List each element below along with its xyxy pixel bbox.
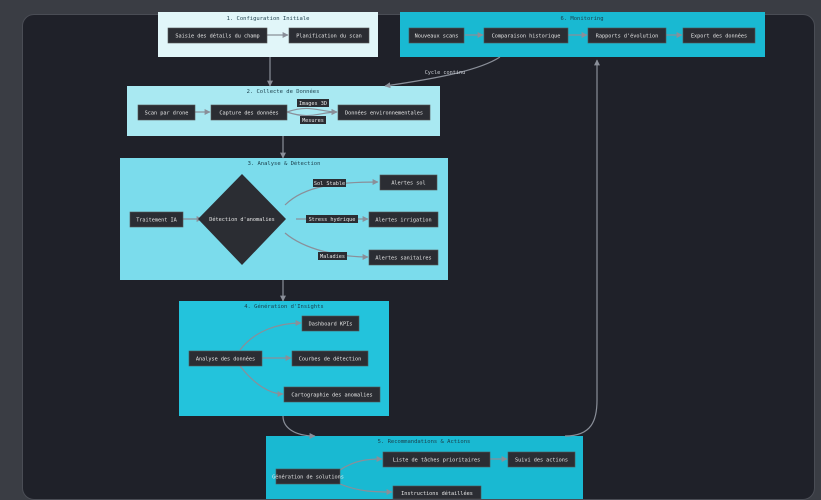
edge-label-stress: Stress hydrique (309, 217, 356, 223)
node-saisie-label: Saisie des détails du champ (175, 33, 259, 40)
node-alertes-sanitaires-label: Alertes sanitaires (375, 256, 431, 262)
node-nouveaux-scans-label: Nouveaux scans (415, 34, 459, 40)
edge-label-maladies: Maladies (320, 254, 345, 260)
node-export-label: Export des données (691, 33, 747, 40)
edge-label-sol: Sol Stable (314, 181, 345, 187)
cluster-analyse-title: 3. Analyse & Détection (248, 160, 321, 167)
cluster-insights-title: 4. Génération d'Insights (244, 303, 323, 310)
flowchart: 1. Configuration Initiale 6. Monitoring … (120, 12, 765, 499)
node-comparaison-label: Comparaison historique (492, 34, 561, 40)
node-instructions-label: Instructions détaillées (401, 490, 473, 497)
node-capture-label: Capture des données (219, 110, 278, 117)
node-cartographie-label: Cartographie des anomalies (291, 393, 372, 399)
node-scan-drone-label: Scan par drone (145, 111, 189, 117)
node-dashboard-label: Dashboard KPIs (309, 322, 353, 328)
node-detection-anomalies-label: Détection d'anomalies (209, 216, 275, 223)
edge-label-images: Images 3D (299, 101, 327, 107)
node-traitement-ia-label: Traitement IA (136, 218, 177, 224)
node-generation-solutions-label: Génération de solutions (272, 474, 344, 481)
edge-label-mesures: Mesures (302, 118, 324, 124)
cluster-collecte-title: 2. Collecte de Données (247, 88, 320, 95)
cluster-recommandations-title: 5. Recommandations & Actions (378, 439, 471, 445)
edge-label-cycle: Cycle continu (425, 70, 466, 76)
node-liste-taches-label: Liste de tâches prioritaires (393, 457, 480, 464)
node-analyse-donnees-label: Analyse des données (196, 356, 255, 363)
node-rapports-label: Rapports d'évolution (596, 33, 658, 40)
node-alertes-irrigation-label: Alertes irrigation (375, 218, 431, 224)
node-alertes-sol-label: Alertes sol (391, 181, 425, 187)
cluster-configuration-title: 1. Configuration Initiale (227, 16, 310, 22)
node-suivi-actions-label: Suivi des actions (515, 458, 568, 464)
node-planification-label: Planification du scan (296, 34, 362, 40)
node-donnees-env-label: Données environnementales (345, 110, 423, 117)
cluster-monitoring-title: 6. Monitoring (560, 16, 603, 22)
node-courbes-label: Courbes de détection (299, 356, 361, 363)
